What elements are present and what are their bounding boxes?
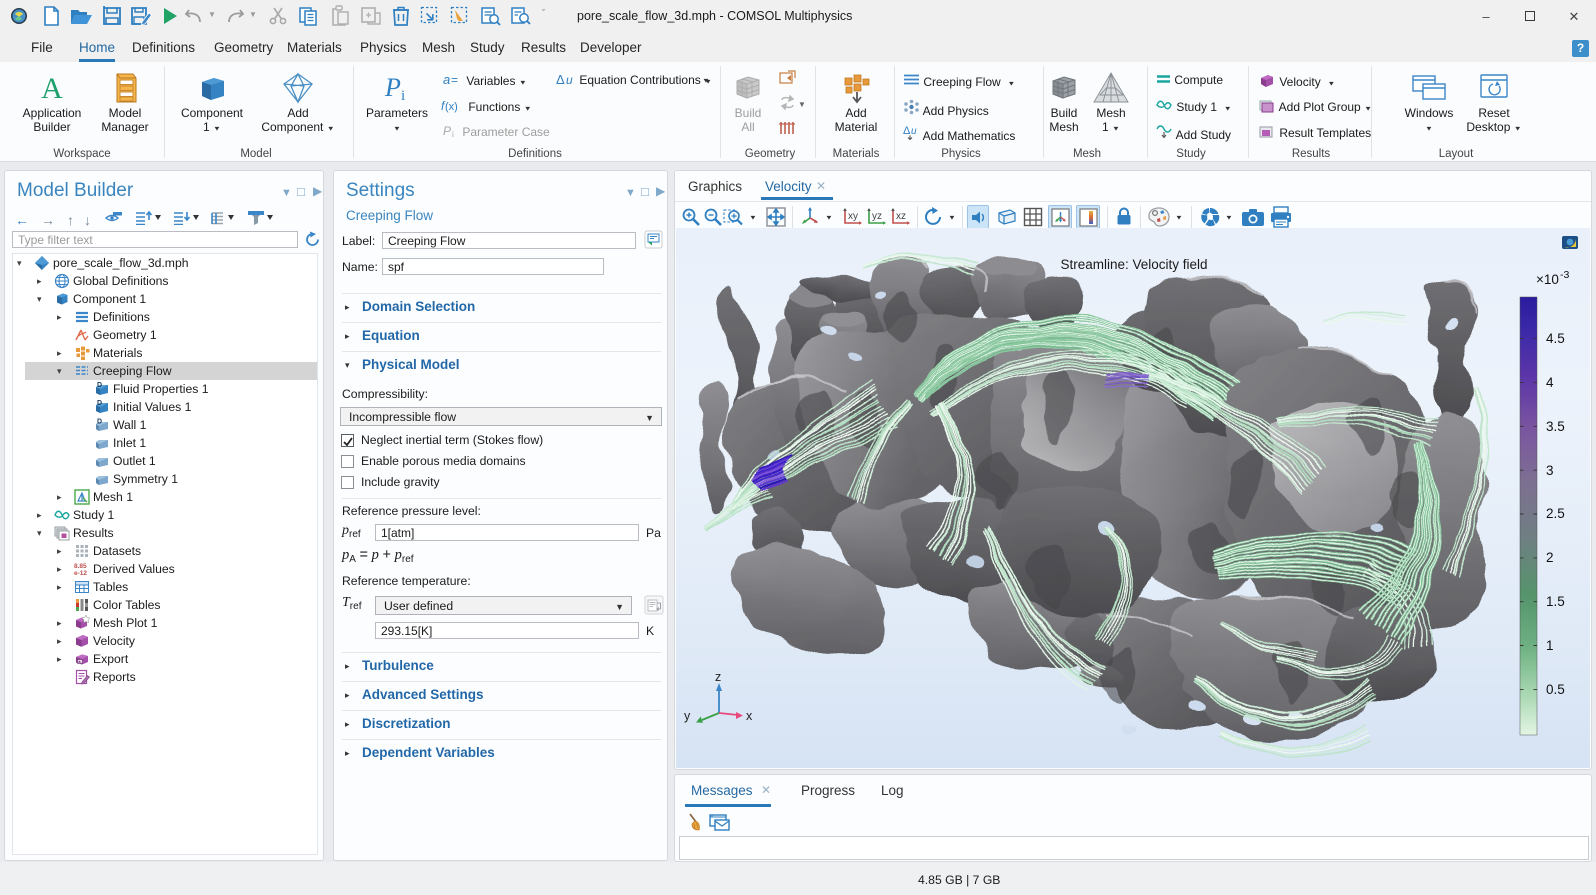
svg-text:e-12: e-12 [74,570,87,577]
svg-text:P: P [384,73,401,102]
svg-text:(x): (x) [445,101,458,113]
svg-text:A: A [41,72,63,105]
svg-text:3.5: 3.5 [1546,419,1565,434]
svg-text:0.5: 0.5 [1546,682,1565,697]
svg-text:y: y [684,709,691,723]
svg-text:i: i [452,130,454,138]
svg-text:4: 4 [1546,375,1554,390]
svg-text:4.5: 4.5 [1546,331,1565,346]
svg-text:2: 2 [1546,550,1554,565]
svg-text:D: D [97,382,102,389]
svg-text:xy: xy [848,211,858,222]
svg-text:Δ: Δ [556,73,565,86]
svg-text:u: u [566,73,573,86]
svg-text:▼: ▼ [798,100,805,109]
svg-text:D: D [97,419,102,426]
svg-text:u: u [911,126,917,137]
svg-text:a: a [443,73,450,87]
svg-text:xz: xz [896,211,906,222]
svg-text:x: x [746,709,753,723]
svg-text:1: 1 [1546,638,1554,653]
svg-text:yz: yz [872,211,882,222]
svg-text:Δ: Δ [903,125,911,137]
svg-text:z: z [715,670,721,684]
svg-text:Streamline: Velocity field: Streamline: Velocity field [1060,257,1207,272]
svg-text:×10: ×10 [1536,272,1559,287]
svg-text:3: 3 [1546,463,1554,478]
svg-text:=: = [451,73,458,87]
svg-text:i: i [401,88,405,104]
svg-text:P: P [443,125,451,138]
svg-text:8.85: 8.85 [74,563,87,570]
svg-text:2.5: 2.5 [1546,506,1565,521]
svg-text:1.5: 1.5 [1546,594,1565,609]
svg-text:-3: -3 [1560,269,1569,281]
svg-text:D: D [97,400,102,407]
